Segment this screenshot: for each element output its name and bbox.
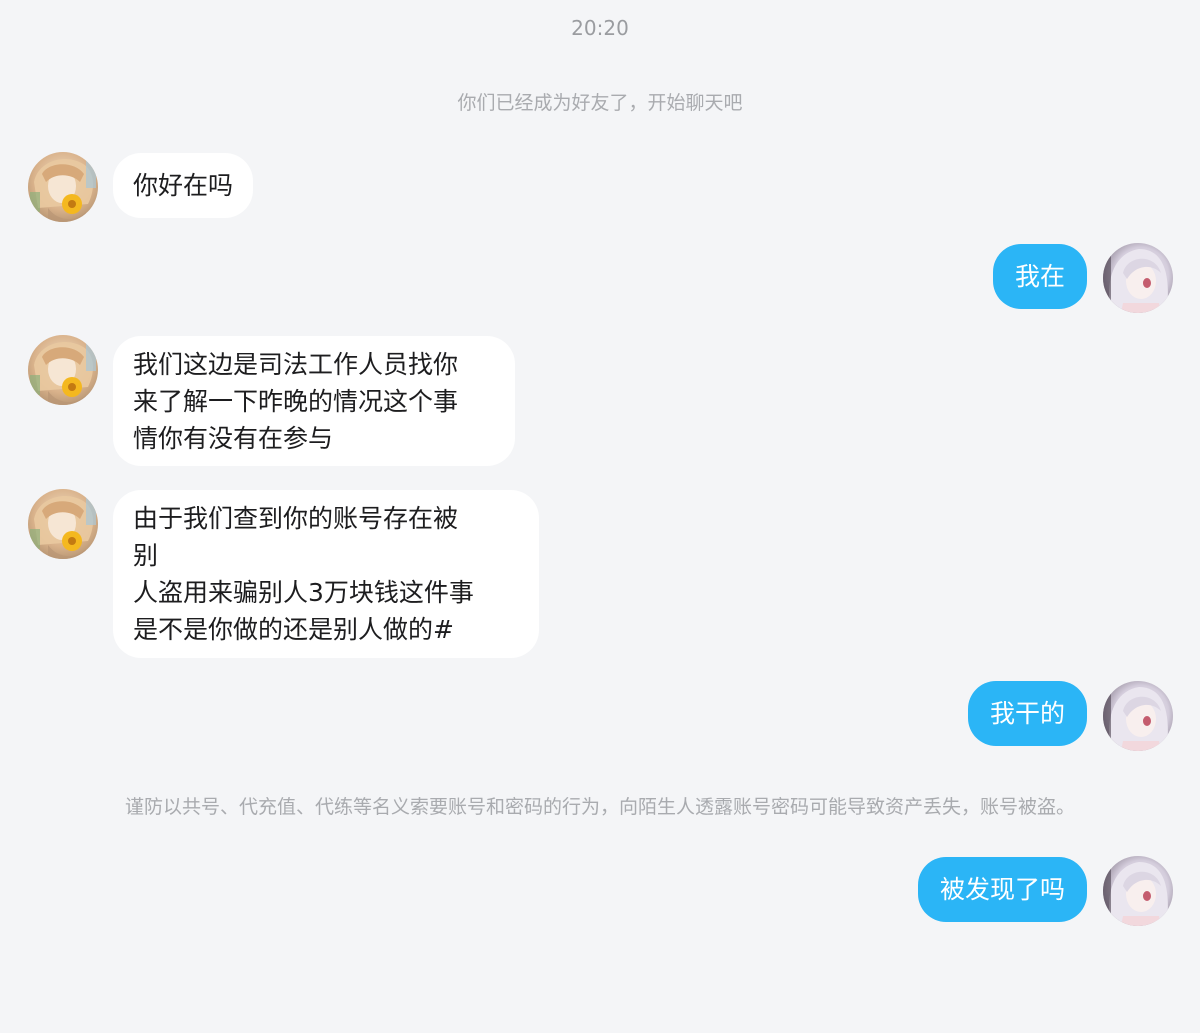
anime-white-hair-girl-avatar-icon <box>1103 243 1173 313</box>
my-avatar[interactable] <box>1103 681 1173 751</box>
message-text-line: 情你有没有在参与 <box>133 424 334 453</box>
message-text: 我干的 <box>989 699 1065 728</box>
anime-girl-sunflower-avatar-icon <box>28 152 98 222</box>
outgoing-message-bubble[interactable]: 我干的 <box>967 681 1087 746</box>
message-text-line: 是不是你做的还是别人做的# <box>133 615 454 644</box>
anime-girl-sunflower-avatar-icon <box>28 335 98 405</box>
incoming-message-bubble[interactable]: 我们这边是司法工作人员找你 来了解一下昨晚的情况这个事 情你有没有在参与 <box>113 336 515 466</box>
contact-avatar[interactable] <box>28 335 98 405</box>
message-text-line: 别 <box>133 541 159 570</box>
anime-white-hair-girl-avatar-icon <box>1103 681 1173 751</box>
security-warning-notice: 谨防以共号、代充值、代练等名义索要账号和密码的行为，向陌生人透露账号密码可能导致… <box>124 796 1075 818</box>
message-text-line: 人盗用来骗别人3万块钱这件事 <box>133 578 474 607</box>
contact-avatar[interactable] <box>28 489 98 559</box>
incoming-message-bubble[interactable]: 由于我们查到你的账号存在被 别 人盗用来骗别人3万块钱这件事 是不是你做的还是别… <box>113 490 539 658</box>
chat-timestamp: 20:20 <box>571 16 629 40</box>
incoming-message-bubble[interactable]: 你好在吗 <box>113 153 254 218</box>
friend-added-notice: 你们已经成为好友了，开始聊天吧 <box>457 92 743 114</box>
anime-white-hair-girl-avatar-icon <box>1103 856 1173 926</box>
message-text: 你好在吗 <box>133 171 234 200</box>
message-text: 被发现了吗 <box>939 875 1065 904</box>
message-text-line: 我们这边是司法工作人员找你 <box>133 350 459 379</box>
outgoing-message-bubble[interactable]: 我在 <box>992 244 1087 309</box>
outgoing-message-bubble[interactable]: 被发现了吗 <box>917 857 1087 922</box>
anime-girl-sunflower-avatar-icon <box>28 489 98 559</box>
message-text: 我在 <box>1014 262 1065 291</box>
my-avatar[interactable] <box>1103 243 1173 313</box>
contact-avatar[interactable] <box>28 152 98 222</box>
message-text-line: 来了解一下昨晚的情况这个事 <box>133 387 459 416</box>
message-text-line: 由于我们查到你的账号存在被 <box>133 504 459 533</box>
my-avatar[interactable] <box>1103 856 1173 926</box>
